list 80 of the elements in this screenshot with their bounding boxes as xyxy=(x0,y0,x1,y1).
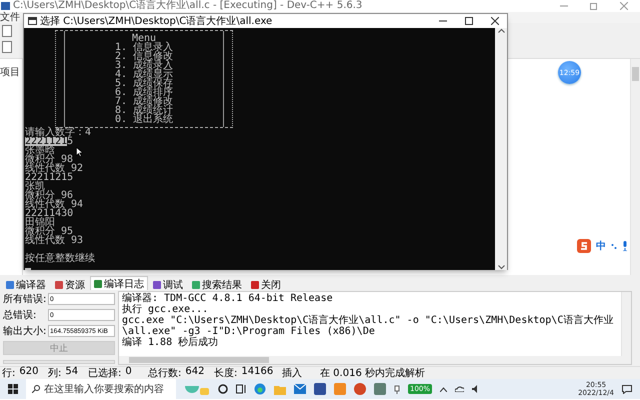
console-line: 张凯 xyxy=(25,182,45,191)
log-line: 编译器: TDM-GCC 4.8.1 64-bit Release xyxy=(122,293,334,304)
tab-icon xyxy=(251,280,259,288)
field-label: 所有错误: xyxy=(3,292,48,306)
status-value: 14166 xyxy=(241,366,274,379)
status-value: 642 xyxy=(185,366,204,379)
field-label: 输出大小: xyxy=(3,324,48,338)
close-icon[interactable] xyxy=(491,17,499,25)
restore-icon[interactable] xyxy=(590,2,598,10)
menu-option: 1. 信息录入 xyxy=(114,43,174,52)
console-text: 5 xyxy=(67,136,74,147)
windows-logo-icon[interactable] xyxy=(8,384,18,394)
status-value: 620 xyxy=(19,366,38,379)
status-label: 总行数: xyxy=(148,366,182,380)
console-icon xyxy=(28,17,37,25)
field-label: 总错误: xyxy=(3,308,38,322)
tab-icon xyxy=(94,280,102,288)
text-cursor xyxy=(25,268,31,270)
status-label: 长度: xyxy=(214,366,238,380)
sogou-logo-icon xyxy=(577,239,591,253)
chevron-up-icon[interactable] xyxy=(440,386,448,392)
status-value: 54 xyxy=(65,366,78,379)
tab-icon xyxy=(6,280,14,288)
maximize-icon[interactable] xyxy=(465,17,473,25)
panel-tab[interactable]: 编译日志 xyxy=(90,276,148,290)
status-label: 插入 xyxy=(282,366,302,380)
browser-icon[interactable] xyxy=(254,383,266,395)
console-line: 线性代数 94 xyxy=(25,200,84,209)
chevron-up-icon[interactable] xyxy=(498,28,504,33)
menu-option: 8. 成绩统计 xyxy=(114,106,174,115)
menu-option: 4. 成绩显示 xyxy=(114,70,174,79)
cloud-icon[interactable] xyxy=(455,386,464,392)
toolbar-icon[interactable] xyxy=(2,25,12,37)
console-line: 请输入数字：4 xyxy=(25,128,92,137)
console-line: 微积分 98 xyxy=(25,155,74,164)
menu-option: 0. 退出系统 xyxy=(114,115,174,124)
plug-icon xyxy=(394,384,400,394)
panel-label: 项目 xyxy=(0,67,20,78)
menu-option: 7. 成绩修改 xyxy=(114,97,174,106)
log-line: 编译 1.88 秒后成功 xyxy=(122,337,220,348)
tab-icon xyxy=(192,280,200,288)
log-line: gcc.exe "C:\Users\ZMH\Desktop\C语言大作业\all.c" -o "C:\Users\ZMH\Desktop\C语言大作业\all.exe" -g3 -I"D:\Program Files (x86)\De xyxy=(122,315,614,337)
mouse-pointer-icon xyxy=(76,147,83,157)
menu-option: 3. 成绩录入 xyxy=(114,61,174,70)
console-line: 按任意整数继续 xyxy=(25,254,95,263)
tab-icon xyxy=(55,280,63,288)
chevron-down-icon[interactable] xyxy=(498,265,504,270)
selected-text: 2221121 xyxy=(25,137,68,146)
punctuation-icon xyxy=(611,242,617,250)
status-label: 列: xyxy=(48,367,62,380)
task-view-icon[interactable] xyxy=(218,384,228,394)
console-line: 线性代数 93 xyxy=(25,236,84,245)
console-line: 线性代数 92 xyxy=(25,164,84,173)
log-line: 执行 gcc.exe... xyxy=(122,304,210,315)
toolbar-icon[interactable] xyxy=(2,41,12,53)
console-line: 田锦阳 xyxy=(25,218,55,227)
mail-icon[interactable] xyxy=(294,384,306,394)
multitask-icon[interactable] xyxy=(236,384,246,394)
app-icon xyxy=(1,2,10,10)
menu-item[interactable]: 文件 xyxy=(0,12,20,23)
console-line: 22211430 xyxy=(25,209,74,218)
search-icon xyxy=(32,385,40,393)
app-icon[interactable] xyxy=(314,383,326,395)
status-value: 0 xyxy=(125,366,132,379)
menu-option: 5. 成绩保存 xyxy=(114,79,174,88)
status-label: 在 0.016 秒内完成解析 xyxy=(320,366,425,380)
microphone-icon xyxy=(622,241,628,251)
window-title: 选择 C:\Users\ZMH\Desktop\C语言大作业\all.exe xyxy=(40,14,272,28)
menu-title: Menu xyxy=(132,34,156,43)
console-line: 22211215 xyxy=(25,173,74,182)
console-line: 微积分 95 xyxy=(25,227,74,236)
console-line: 微积分 96 xyxy=(25,191,74,200)
tab-icon xyxy=(153,280,161,288)
status-label: 已选择: xyxy=(88,366,122,380)
menu-option: 6. 成绩排序 xyxy=(114,88,174,97)
input-mode: 中 xyxy=(596,240,606,253)
notification-icon[interactable] xyxy=(622,384,632,394)
status-label: 行: xyxy=(2,367,16,380)
presentation-app-icon[interactable] xyxy=(354,383,366,395)
menu-option: 2. 信息修改 xyxy=(114,52,174,61)
